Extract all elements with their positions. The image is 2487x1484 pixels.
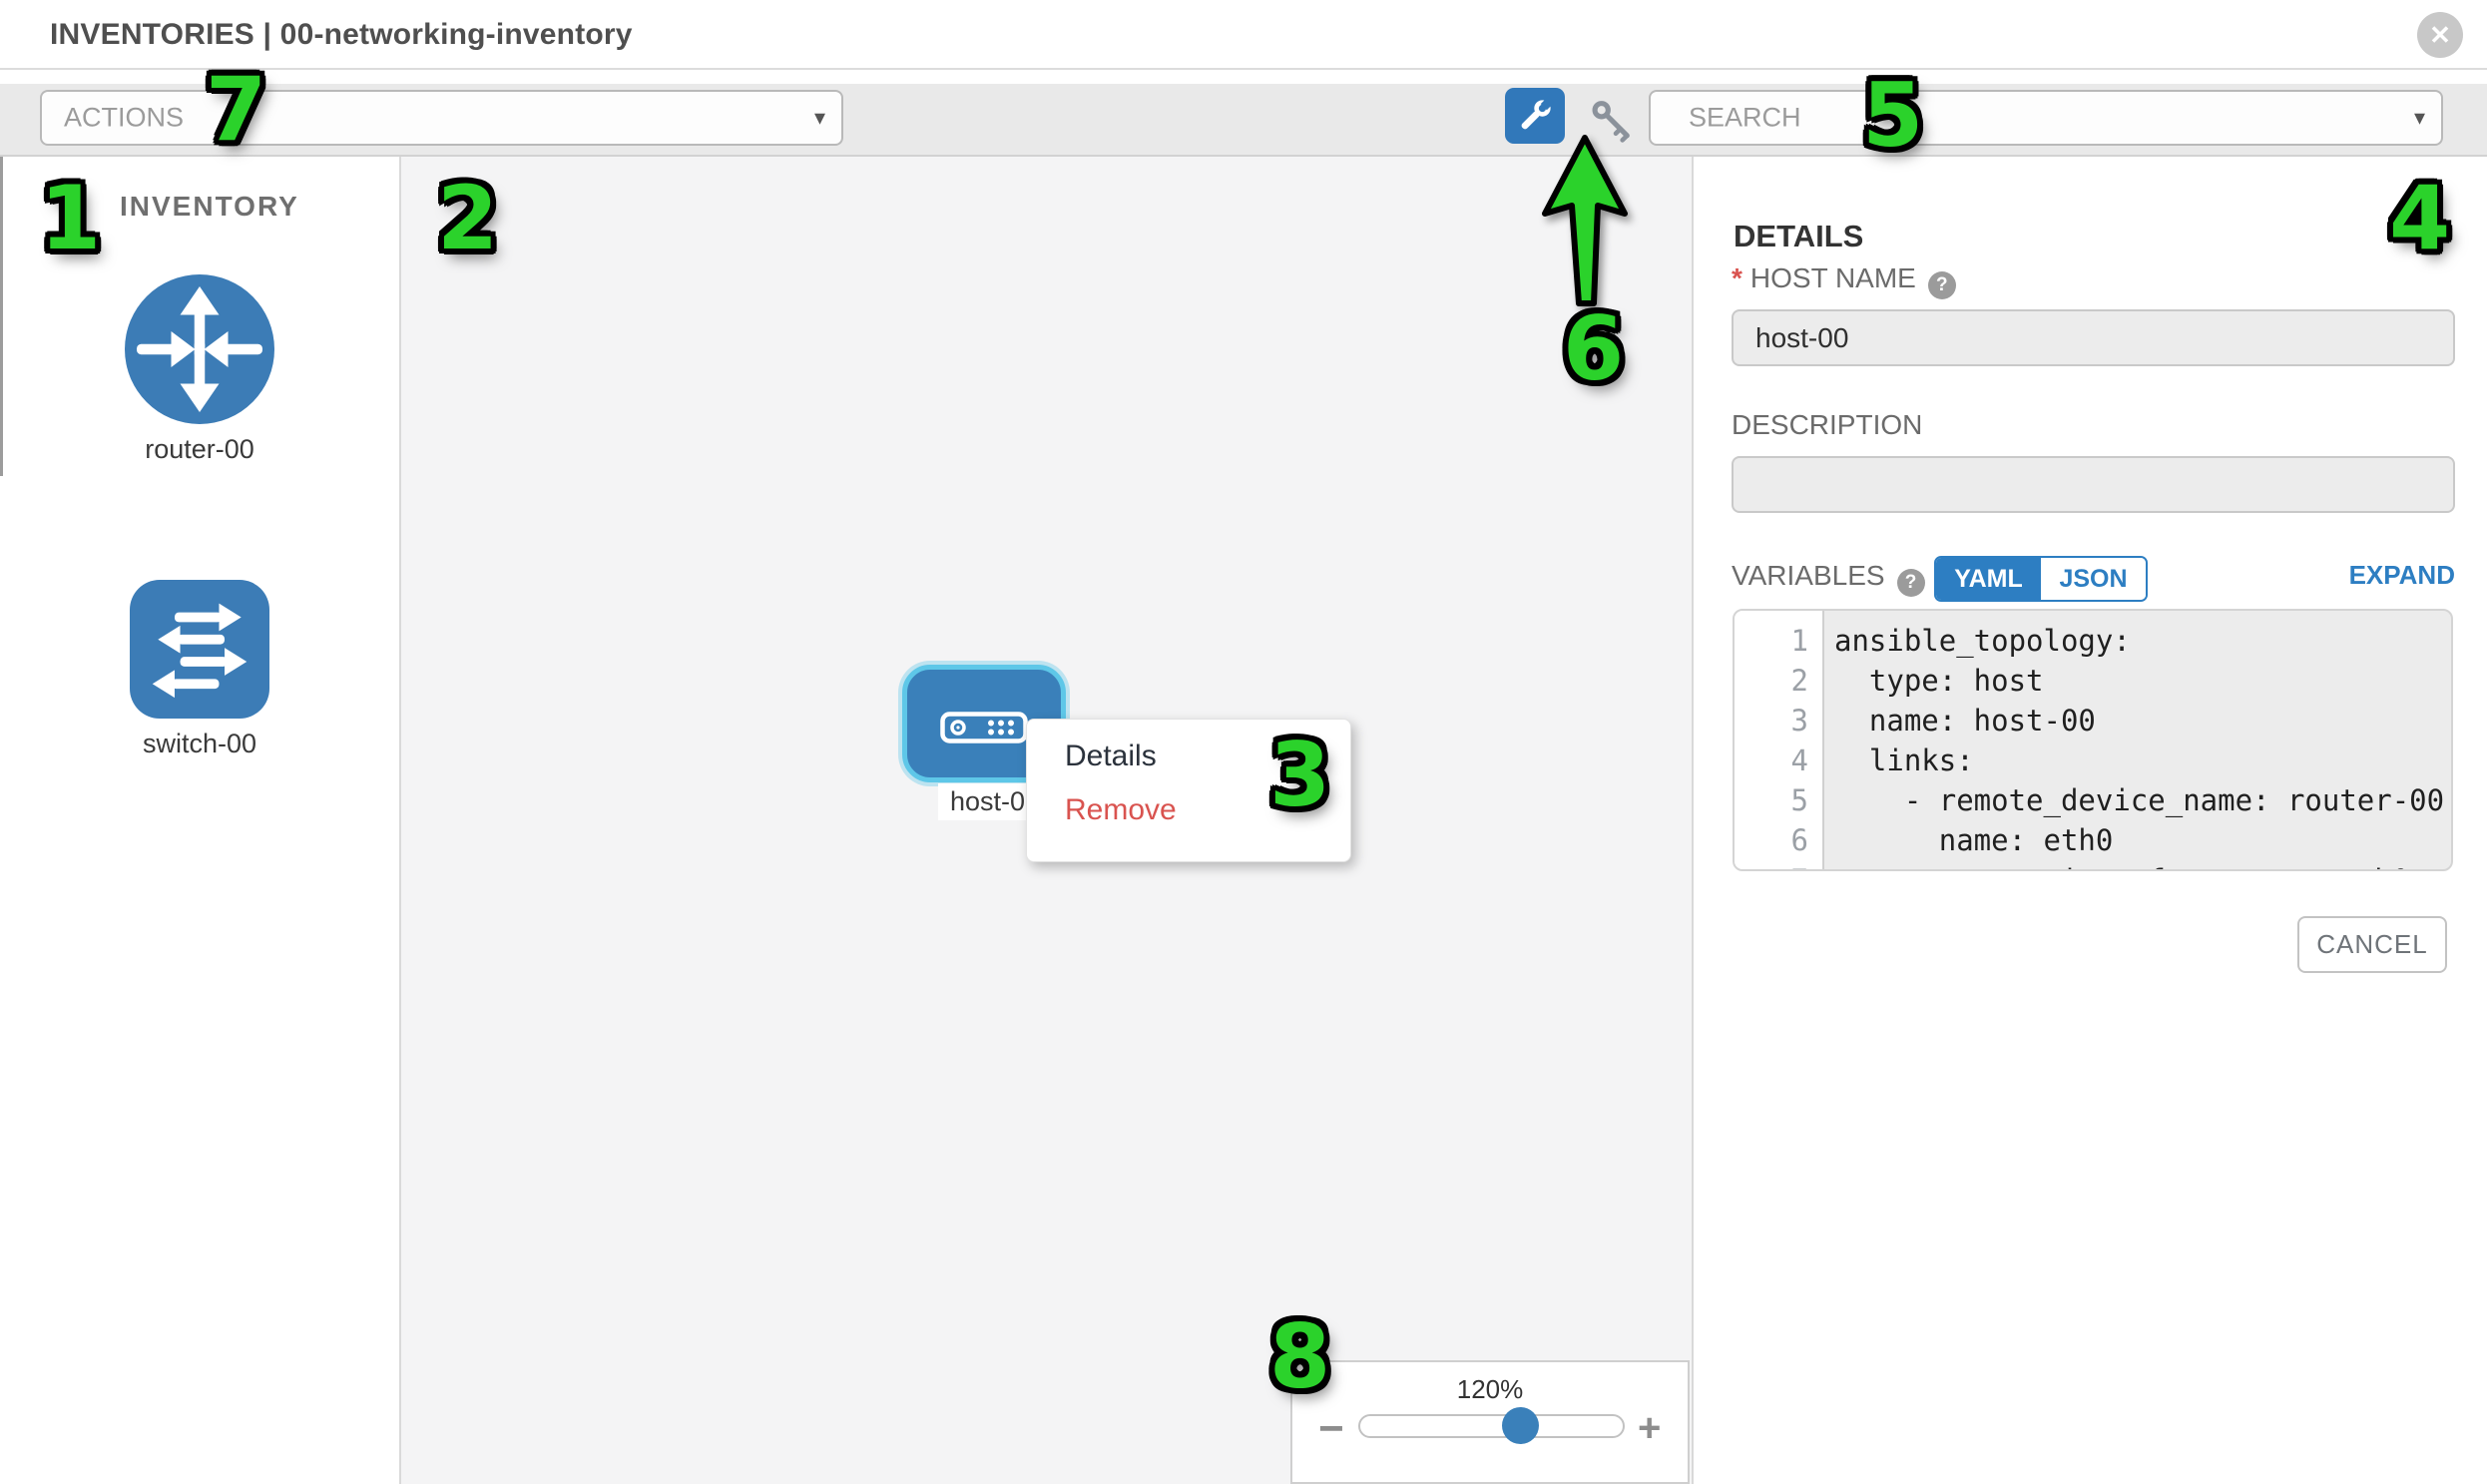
device-label: switch-00 <box>130 729 269 759</box>
search-dropdown[interactable]: SEARCH ▾ <box>1649 90 2443 146</box>
line-number: 4 <box>1735 741 1822 780</box>
code-line: name: host-00 <box>1834 701 2451 741</box>
topology-canvas[interactable]: host-00 Details Remove 120% − + <box>401 157 1694 1484</box>
description-label: DESCRIPTION <box>1732 409 1922 441</box>
line-number: 1 <box>1735 621 1822 661</box>
header: INVENTORIES | 00-networking-inventory ✕ <box>0 0 2487 70</box>
editor-gutter: 1 2 3 4 5 6 7 <box>1735 611 1824 869</box>
editor-code: ansible_topology: type: host name: host-… <box>1824 611 2451 871</box>
details-heading: DETAILS <box>1734 219 1863 254</box>
line-number: 3 <box>1735 701 1822 741</box>
line-number: 2 <box>1735 661 1822 701</box>
details-panel: DETAILS * HOST NAME? DESCRIPTION VARIABLE… <box>1694 157 2487 1484</box>
host-name-label-row: * HOST NAME? <box>1732 262 1956 299</box>
cancel-button[interactable]: CANCEL <box>2297 916 2447 973</box>
variables-editor[interactable]: 1 2 3 4 5 6 7 ansible_topology: type: ho… <box>1733 609 2453 871</box>
zoom-in-button[interactable]: + <box>1638 1406 1661 1451</box>
annotation-5: 5 <box>1862 72 1923 160</box>
annotation-8: 8 <box>1269 1313 1330 1401</box>
code-line: remote_interface_name: eth0 <box>1834 860 2451 871</box>
line-number: 6 <box>1735 820 1822 860</box>
close-button[interactable]: ✕ <box>2417 12 2463 58</box>
code-line: type: host <box>1834 661 2451 701</box>
actions-dropdown[interactable]: ACTIONS ▾ <box>40 90 843 146</box>
code-line: - remote_device_name: router-00 <box>1834 780 2451 820</box>
annotation-1: 1 <box>40 175 101 262</box>
sidebar-heading: INVENTORY <box>120 191 299 223</box>
host-name-label: HOST NAME <box>1750 262 1916 293</box>
close-icon: ✕ <box>2429 20 2451 50</box>
router-icon <box>125 274 274 424</box>
chevron-down-icon: ▾ <box>814 105 825 131</box>
variables-row: VARIABLES? YAML JSON EXPAND <box>1732 560 2455 602</box>
help-icon[interactable]: ? <box>1928 271 1956 299</box>
code-line: links: <box>1834 741 2451 780</box>
switch-icon <box>130 580 269 719</box>
zoom-control: 120% − + <box>1290 1360 1690 1484</box>
menu-item-details[interactable]: Details <box>1065 740 1157 773</box>
annotation-6: 6 <box>1563 305 1624 393</box>
json-tab[interactable]: JSON <box>2041 558 2146 600</box>
required-asterisk: * <box>1732 262 1742 293</box>
line-number: 5 <box>1735 780 1822 820</box>
sidebar-item-switch[interactable]: switch-00 <box>130 580 269 759</box>
zoom-out-button[interactable]: − <box>1318 1404 1344 1454</box>
code-line: name: eth0 <box>1834 820 2451 860</box>
code-line: ansible_topology: <box>1834 621 2451 661</box>
host-name-input[interactable] <box>1732 309 2455 366</box>
inventory-topology-page: INVENTORIES | 00-networking-inventory ✕ … <box>0 0 2487 1484</box>
inventory-sidebar: INVENTORY router-00 <box>0 157 401 1484</box>
yaml-tab[interactable]: YAML <box>1936 558 2041 600</box>
format-toggle: YAML JSON <box>1934 556 2148 602</box>
chevron-down-icon: ▾ <box>2414 105 2425 131</box>
menu-item-remove[interactable]: Remove <box>1065 793 1177 827</box>
toolbar: ACTIONS ▾ <box>0 84 2487 157</box>
annotation-arrow-up-icon <box>1537 134 1637 313</box>
help-icon[interactable]: ? <box>1897 569 1925 597</box>
page-title: INVENTORIES | 00-networking-inventory <box>50 18 633 52</box>
wrench-icon <box>1511 92 1559 140</box>
annotation-4: 4 <box>2389 175 2450 262</box>
zoom-slider-handle[interactable] <box>1502 1407 1539 1444</box>
description-input[interactable] <box>1732 456 2455 513</box>
annotation-7: 7 <box>206 66 266 154</box>
actions-placeholder: ACTIONS <box>64 103 184 134</box>
sidebar-item-router[interactable]: router-00 <box>125 274 274 465</box>
expand-link[interactable]: EXPAND <box>2349 560 2455 591</box>
host-icon <box>940 712 1028 743</box>
annotation-2: 2 <box>437 175 498 262</box>
device-label: router-00 <box>125 434 274 465</box>
zoom-slider-track[interactable] <box>1358 1414 1625 1438</box>
scrollbar[interactable] <box>0 157 3 476</box>
line-number: 7 <box>1735 860 1822 871</box>
search-placeholder: SEARCH <box>1689 103 1801 134</box>
zoom-level: 120% <box>1292 1374 1688 1405</box>
annotation-3: 3 <box>1269 732 1330 819</box>
variables-label: VARIABLES <box>1732 560 1885 591</box>
